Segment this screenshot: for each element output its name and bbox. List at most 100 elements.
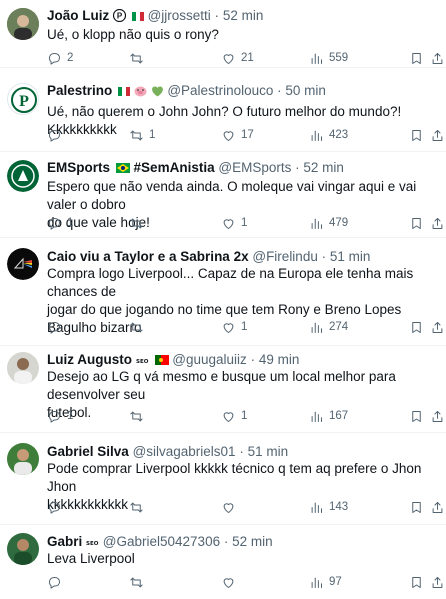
author-handle[interactable]: @EMSports xyxy=(218,160,291,175)
share-button[interactable] xyxy=(430,126,445,144)
share-button[interactable] xyxy=(430,498,445,516)
retweet-button[interactable] xyxy=(129,49,149,67)
timestamp[interactable]: 52 min xyxy=(223,8,264,23)
like-button[interactable]: 1 xyxy=(221,407,247,425)
bookmark-button[interactable] xyxy=(409,126,424,144)
author-handle[interactable]: @Firelindu xyxy=(252,249,317,264)
views-button[interactable]: 167 xyxy=(309,407,348,425)
views-icon xyxy=(311,218,322,229)
views-button[interactable]: 143 xyxy=(309,498,348,516)
reply-button[interactable] xyxy=(47,498,67,516)
timestamp[interactable]: 51 min xyxy=(248,444,289,459)
author-name[interactable]: João Luiz xyxy=(47,8,109,23)
separator-dot: · xyxy=(239,444,244,459)
reply-button[interactable]: 2 xyxy=(47,49,73,67)
author-name[interactable]: Caio viu a Taylor e a Sabrina 2x xyxy=(47,249,249,264)
bookmark-button[interactable] xyxy=(409,318,424,336)
separator-dot: · xyxy=(321,249,327,264)
like-button[interactable] xyxy=(221,498,241,516)
avatar[interactable] xyxy=(7,352,39,384)
bookmark-button[interactable] xyxy=(409,407,424,425)
timestamp[interactable]: 50 min xyxy=(285,83,326,98)
author-name[interactable]: Gabriel Silva xyxy=(47,444,129,459)
reply-tweet[interactable]: Gabri SEO @Gabriel50427306 · 52 min Leva… xyxy=(0,529,446,599)
share-button[interactable] xyxy=(430,407,445,425)
retweet-button[interactable] xyxy=(129,573,149,591)
views-icon xyxy=(311,130,322,141)
like-count: 1 xyxy=(241,321,248,333)
retweet-button[interactable] xyxy=(129,214,149,232)
reply-button[interactable] xyxy=(47,126,67,144)
avatar[interactable] xyxy=(7,8,39,40)
views-button[interactable]: 274 xyxy=(309,318,348,336)
bookmark-icon xyxy=(412,52,421,64)
bookmark-button[interactable] xyxy=(409,214,424,232)
share-button[interactable] xyxy=(430,49,445,67)
share-icon xyxy=(432,129,443,141)
reply-button[interactable]: 1 xyxy=(47,214,73,232)
author-name[interactable]: EMSports xyxy=(47,160,110,175)
author-name-suffix[interactable]: #SemAnistia xyxy=(134,160,215,175)
share-button[interactable] xyxy=(430,214,445,232)
avatar[interactable]: P xyxy=(7,83,39,115)
like-icon xyxy=(223,502,234,513)
avatar[interactable] xyxy=(7,533,39,565)
reply-button[interactable] xyxy=(47,318,67,336)
like-button[interactable]: 21 xyxy=(221,49,254,67)
bookmark-button[interactable] xyxy=(409,49,424,67)
author-name[interactable]: Luiz Augusto xyxy=(47,352,132,367)
retweet-icon xyxy=(130,411,143,421)
like-button[interactable]: 1 xyxy=(221,318,247,336)
author-handle[interactable]: @jjrossetti xyxy=(148,8,211,23)
views-button[interactable]: 97 xyxy=(309,573,342,591)
reply-tweet[interactable]: Luiz Augusto SEO @guugaluiiz · 49 min De… xyxy=(0,346,446,433)
italy-flag-icon xyxy=(131,9,144,21)
avatar[interactable] xyxy=(7,248,39,280)
reply-count: 2 xyxy=(67,52,74,64)
retweet-button[interactable] xyxy=(129,498,149,516)
palmeiras-badge-icon: P xyxy=(112,8,127,26)
like-icon xyxy=(223,411,234,422)
reply-icon xyxy=(49,129,60,142)
like-count: 1 xyxy=(241,410,248,422)
author-handle[interactable]: @Gabriel50427306 xyxy=(103,534,220,549)
avatar[interactable] xyxy=(7,160,39,192)
author-handle[interactable]: @guugaluiiz xyxy=(172,352,247,367)
bookmark-button[interactable] xyxy=(409,498,424,516)
reply-button[interactable] xyxy=(47,573,67,591)
reply-button[interactable]: 1 xyxy=(47,407,73,425)
reply-tweet[interactable]: P Palestrino @Palestrinolouco · 50 min U… xyxy=(0,73,446,152)
reply-icon xyxy=(49,410,60,423)
retweet-button[interactable] xyxy=(129,318,149,336)
retweet-button[interactable] xyxy=(129,407,149,425)
views-button[interactable]: 559 xyxy=(309,49,348,67)
pig-emoji-icon xyxy=(134,85,147,101)
views-button[interactable]: 423 xyxy=(309,126,348,144)
timestamp[interactable]: 49 min xyxy=(259,352,300,367)
author-name[interactable]: Palestrino xyxy=(47,83,112,98)
share-button[interactable] xyxy=(430,318,445,336)
bookmark-button[interactable] xyxy=(409,573,424,591)
like-button[interactable]: 17 xyxy=(221,126,254,144)
timestamp[interactable]: 52 min xyxy=(303,160,344,175)
views-button[interactable]: 479 xyxy=(309,214,348,232)
retweet-icon xyxy=(130,53,143,63)
author-handle[interactable]: @Palestrinolouco xyxy=(167,83,273,98)
reply-tweet[interactable]: EMSports #SemAnistia @EMSports · 52 min … xyxy=(0,152,446,238)
retweet-button[interactable]: 1 xyxy=(129,126,155,144)
author-handle[interactable]: @silvagabriels01 xyxy=(133,444,236,459)
timestamp[interactable]: 52 min xyxy=(232,534,273,549)
reply-tweet[interactable]: Gabriel Silva @silvagabriels01 · 51 min … xyxy=(0,437,446,525)
share-icon xyxy=(432,501,443,513)
timestamp[interactable]: 51 min xyxy=(330,249,371,264)
like-button[interactable] xyxy=(221,573,241,591)
author-name[interactable]: Gabri xyxy=(47,534,82,549)
avatar[interactable] xyxy=(7,443,39,475)
share-button[interactable] xyxy=(430,573,445,591)
reply-tweet[interactable]: João Luiz P @jjrossetti · 52 min Ué, o k… xyxy=(0,0,446,68)
reply-tweet[interactable]: Caio viu a Taylor e a Sabrina 2x @Fireli… xyxy=(0,242,446,346)
like-icon xyxy=(223,218,234,229)
brazil-flag-icon xyxy=(115,161,130,173)
view-count: 167 xyxy=(329,410,349,422)
like-button[interactable]: 1 xyxy=(221,214,247,232)
